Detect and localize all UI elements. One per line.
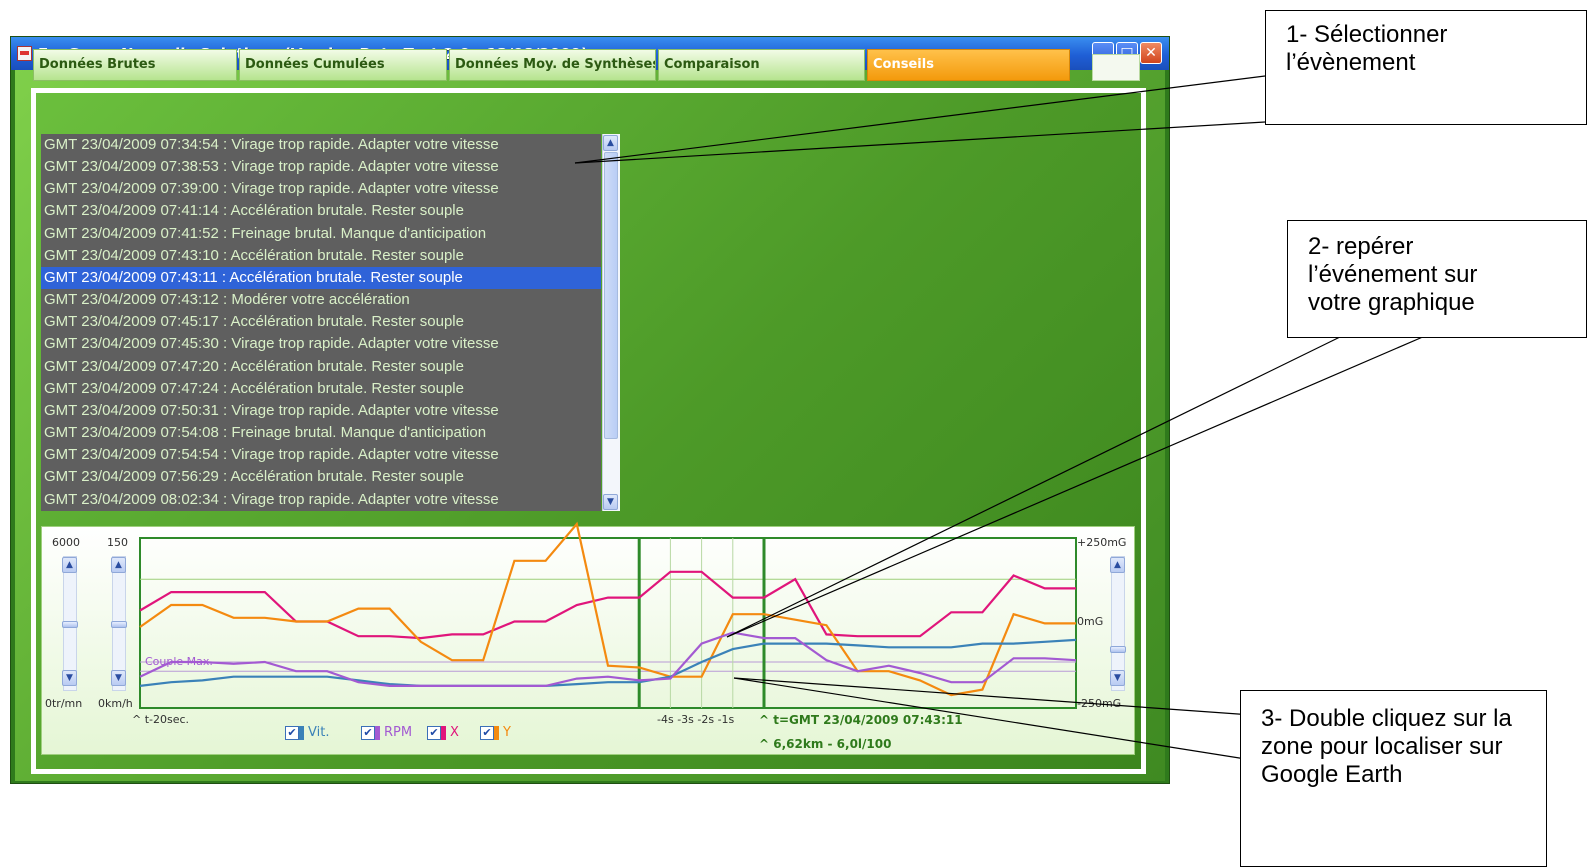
connector-line <box>733 677 1253 716</box>
connector-line <box>726 335 1426 638</box>
callout-text: 3- Double cliquez sur la zone pour local… <box>1261 705 1512 788</box>
callout-text: 2- repérer l’événement sur votre graphiq… <box>1308 233 1478 316</box>
connector-line <box>733 677 1253 761</box>
callout-text: 1- Sélectionner l’évènement <box>1286 21 1448 76</box>
connector-line <box>574 75 1266 164</box>
callout-step-3: 3- Double cliquez sur la zone pour local… <box>1240 690 1547 867</box>
connector-line <box>574 121 1266 164</box>
callout-step-1: 1- Sélectionner l’évènement <box>1265 10 1587 125</box>
connector-line <box>726 335 1343 638</box>
callout-step-2: 2- repérer l’événement sur votre graphiq… <box>1287 220 1587 338</box>
